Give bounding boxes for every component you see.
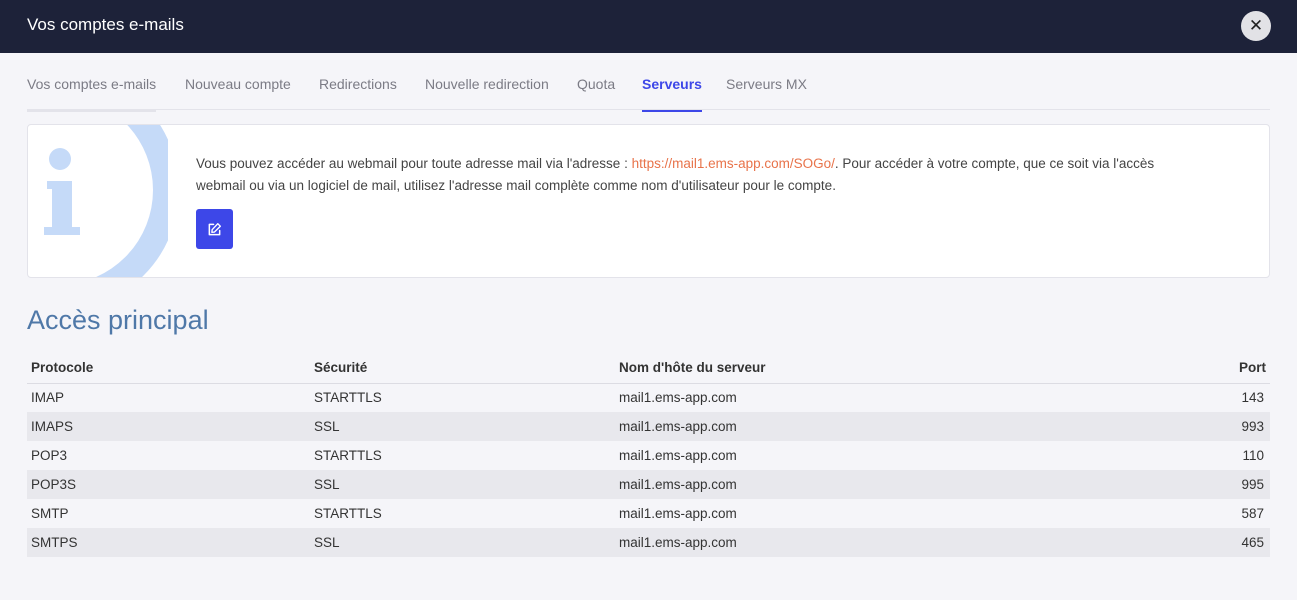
section-title: Accès principal (27, 305, 209, 335)
webmail-link[interactable]: https://mail1.ems-app.com/SOGo/ (632, 156, 835, 171)
header-protocole: Protocole (27, 352, 310, 384)
cell-security: SSL (310, 528, 615, 557)
servers-table: Protocole Sécurité Nom d'hôte du serveur… (27, 352, 1270, 557)
cell-protocol: SMTPS (27, 528, 310, 557)
modal-header: Vos comptes e-mails ✕ (0, 0, 1297, 53)
info-icon (44, 125, 168, 277)
table-row: POP3 STARTTLS mail1.ems-app.com 110 (27, 441, 1270, 470)
cell-protocol: POP3S (27, 470, 310, 499)
header-securite: Sécurité (310, 352, 615, 384)
cell-port: 995 (1175, 470, 1270, 499)
cell-port: 143 (1241, 390, 1264, 406)
cell-security: STARTTLS (314, 390, 382, 406)
info-text-before: Vous pouvez accéder au webmail pour tout… (196, 156, 632, 171)
cell-hostname: mail1.ems-app.com (615, 412, 1175, 441)
header-hostname: Nom d'hôte du serveur (615, 352, 1175, 384)
cell-security: SSL (310, 470, 615, 499)
edit-button[interactable] (196, 209, 233, 249)
close-icon: ✕ (1248, 16, 1264, 35)
table-row: SMTPS SSL mail1.ems-app.com 465 (27, 528, 1270, 557)
cell-security: SSL (310, 412, 615, 441)
table-header-row: Protocole Sécurité Nom d'hôte du serveur… (27, 352, 1270, 384)
info-message: Vous pouvez accéder au webmail pour tout… (196, 153, 1206, 197)
cell-port: 465 (1175, 528, 1270, 557)
table-row: POP3S SSL mail1.ems-app.com 995 (27, 470, 1270, 499)
tab-redirections[interactable]: Redirections (319, 53, 397, 110)
tab-serveurs-mx[interactable]: Serveurs MX (726, 53, 807, 110)
cell-port: 993 (1175, 412, 1270, 441)
table-row: IMAPS SSL mail1.ems-app.com 993 (27, 412, 1270, 441)
tab-bar: Vos comptes e-mails Nouveau compte Redir… (27, 53, 1270, 112)
edit-icon (208, 222, 222, 235)
cell-protocol: SMTP (31, 506, 69, 521)
cell-hostname: mail1.ems-app.com (619, 448, 737, 463)
table-row: IMAP STARTTLS mail1.ems-app.com 143 (27, 383, 1270, 412)
header-port: Port (1175, 352, 1270, 384)
cell-protocol: IMAP (31, 390, 65, 406)
tab-vos-comptes-emails[interactable]: Vos comptes e-mails (27, 53, 157, 112)
cell-hostname: mail1.ems-app.com (615, 528, 1175, 557)
tab-serveurs[interactable]: Serveurs (642, 53, 702, 112)
cell-security: STARTTLS (314, 506, 382, 521)
tab-quota[interactable]: Quota (577, 53, 615, 110)
cell-port: 110 (1242, 448, 1264, 463)
cell-security: STARTTLS (314, 448, 382, 463)
cell-hostname: mail1.ems-app.com (619, 390, 737, 406)
tab-nouvelle-redirection[interactable]: Nouvelle redirection (425, 53, 549, 110)
cell-hostname: mail1.ems-app.com (619, 506, 737, 521)
info-card: Vous pouvez accéder au webmail pour tout… (27, 124, 1270, 278)
cell-protocol: IMAPS (27, 412, 310, 441)
modal-title: Vos comptes e-mails (27, 15, 184, 34)
cell-port: 587 (1241, 506, 1264, 521)
close-button[interactable]: ✕ (1241, 11, 1271, 41)
cell-protocol: POP3 (31, 448, 68, 463)
tab-nouveau-compte[interactable]: Nouveau compte (185, 53, 291, 110)
cell-hostname: mail1.ems-app.com (615, 470, 1175, 499)
table-row: SMTP STARTTLS mail1.ems-app.com 587 (27, 499, 1270, 528)
